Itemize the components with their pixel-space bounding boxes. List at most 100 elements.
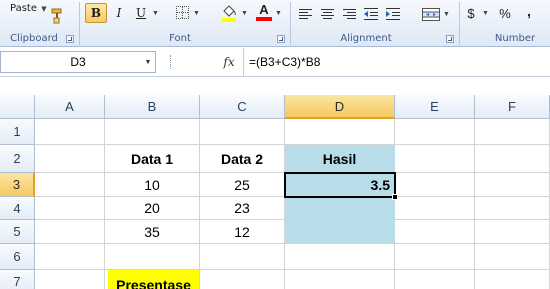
empty-cell[interactable] <box>285 119 395 145</box>
italic-button[interactable]: I <box>111 3 127 23</box>
font-color-button[interactable]: A <box>255 2 273 22</box>
cell-c2[interactable]: Data 2 <box>200 145 285 173</box>
toolbar-gap <box>0 78 550 95</box>
clipboard-dialog-launcher-icon[interactable] <box>66 35 74 43</box>
empty-cell[interactable] <box>200 244 285 270</box>
alignment-dialog-launcher-icon[interactable] <box>446 35 454 43</box>
number-group-label: Number <box>494 33 536 44</box>
empty-cell[interactable] <box>395 244 475 270</box>
cell-c5[interactable]: 12 <box>200 220 285 244</box>
empty-cell[interactable] <box>35 145 105 173</box>
select-all-corner[interactable] <box>0 95 35 119</box>
empty-cell[interactable] <box>395 145 475 173</box>
name-box[interactable]: D3 <box>0 51 156 73</box>
borders-dropdown[interactable]: ▼ <box>191 3 201 23</box>
formula-bar-divider <box>243 48 244 77</box>
empty-cell[interactable] <box>395 220 475 244</box>
decrease-indent-icon <box>364 8 378 20</box>
cell-b7[interactable]: Presentase <box>108 270 200 289</box>
paste-dropdown-icon[interactable]: ▼ <box>41 5 46 13</box>
empty-cell[interactable] <box>475 119 550 145</box>
cell-d2[interactable]: Hasil <box>285 145 395 173</box>
empty-cell[interactable] <box>475 173 550 197</box>
column-header-b[interactable]: B <box>105 95 200 119</box>
empty-cell[interactable] <box>475 197 550 220</box>
insert-function-icon[interactable]: fx <box>220 54 238 70</box>
empty-cell[interactable] <box>35 119 105 145</box>
empty-cell[interactable] <box>35 220 105 244</box>
empty-cell[interactable] <box>475 220 550 244</box>
cell-d5[interactable] <box>285 220 395 244</box>
empty-cell[interactable] <box>285 244 395 270</box>
cell-c3[interactable]: 25 <box>200 173 285 197</box>
merge-center-button[interactable] <box>421 4 441 24</box>
format-painter-icon[interactable] <box>48 8 64 24</box>
cell-c4[interactable]: 23 <box>200 197 285 220</box>
fill-handle[interactable] <box>392 194 398 200</box>
column-header-d[interactable]: D <box>285 95 395 119</box>
empty-cell[interactable] <box>35 244 105 270</box>
decrease-indent-button[interactable] <box>362 4 380 24</box>
fill-color-bucket-icon[interactable] <box>221 4 237 22</box>
paste-button[interactable]: Paste ▼ <box>10 3 47 14</box>
column-header-a[interactable]: A <box>35 95 105 119</box>
font-color-dropdown[interactable]: ▼ <box>273 3 283 23</box>
empty-cell[interactable] <box>395 197 475 220</box>
bold-button[interactable]: B <box>85 3 107 23</box>
empty-cell[interactable] <box>200 270 285 289</box>
align-right-button[interactable] <box>340 4 358 24</box>
row-header-4[interactable]: 4 <box>0 197 35 220</box>
row-header-3[interactable]: 3 <box>0 173 35 197</box>
cell-d3[interactable]: 3.5 <box>285 173 395 197</box>
increase-indent-button[interactable] <box>384 4 402 24</box>
ribbon: Paste ▼ Clipboard B I U ▼ ▼ ▼ A ▼ Font ▼… <box>0 0 550 47</box>
fill-color-dropdown[interactable]: ▼ <box>239 3 249 23</box>
cell-b4[interactable]: 20 <box>105 197 200 220</box>
empty-cell[interactable] <box>35 173 105 197</box>
empty-cell[interactable] <box>200 119 285 145</box>
empty-cell[interactable] <box>35 197 105 220</box>
column-header-e[interactable]: E <box>395 95 475 119</box>
currency-button[interactable]: $ <box>464 3 478 23</box>
worksheet-grid[interactable]: A B C D E F 1 2 3 4 5 6 7 Data 1 Data 2 … <box>0 95 550 289</box>
empty-cell[interactable] <box>35 270 105 289</box>
empty-cell[interactable] <box>285 270 395 289</box>
row-header-6[interactable]: 6 <box>0 244 35 270</box>
formula-bar-resize-handle[interactable] <box>170 55 173 69</box>
cell-d4[interactable] <box>285 197 395 220</box>
currency-dropdown[interactable]: ▼ <box>480 3 490 23</box>
name-box-dropdown-icon[interactable]: ▼ <box>143 57 153 67</box>
empty-cell[interactable] <box>395 119 475 145</box>
row-header-5[interactable]: 5 <box>0 220 35 244</box>
row-header-1[interactable]: 1 <box>0 119 35 145</box>
empty-cell[interactable] <box>475 145 550 173</box>
borders-icon[interactable] <box>176 6 189 19</box>
align-left-button[interactable] <box>296 4 314 24</box>
cell-b2[interactable]: Data 1 <box>105 145 200 173</box>
increase-indent-icon <box>386 8 400 20</box>
row-header-2[interactable]: 2 <box>0 145 35 173</box>
empty-cell[interactable] <box>395 173 475 197</box>
formula-input[interactable]: =(B3+C3)*B8 <box>249 51 320 73</box>
formula-bar: D3 ▼ fx =(B3+C3)*B8 <box>0 48 550 77</box>
comma-style-button[interactable]: , <box>522 1 536 21</box>
font-color-swatch <box>256 17 272 21</box>
underline-button[interactable]: U <box>133 3 149 23</box>
row-header-7[interactable]: 7 <box>0 270 35 289</box>
empty-cell[interactable] <box>105 244 200 270</box>
cell-b3[interactable]: 10 <box>105 173 200 197</box>
empty-cell[interactable] <box>475 270 550 289</box>
font-color-letter: A <box>259 2 269 17</box>
empty-cell[interactable] <box>395 270 475 289</box>
font-dialog-launcher-icon[interactable] <box>277 35 285 43</box>
percent-button[interactable]: % <box>497 3 513 23</box>
empty-cell[interactable] <box>105 119 200 145</box>
align-center-button[interactable] <box>318 4 336 24</box>
underline-dropdown[interactable]: ▼ <box>150 3 160 23</box>
column-header-c[interactable]: C <box>200 95 285 119</box>
cell-b5[interactable]: 35 <box>105 220 200 244</box>
merge-center-dropdown[interactable]: ▼ <box>441 4 451 24</box>
empty-cell[interactable] <box>475 244 550 270</box>
merge-center-icon <box>422 7 440 21</box>
column-header-f[interactable]: F <box>475 95 550 119</box>
